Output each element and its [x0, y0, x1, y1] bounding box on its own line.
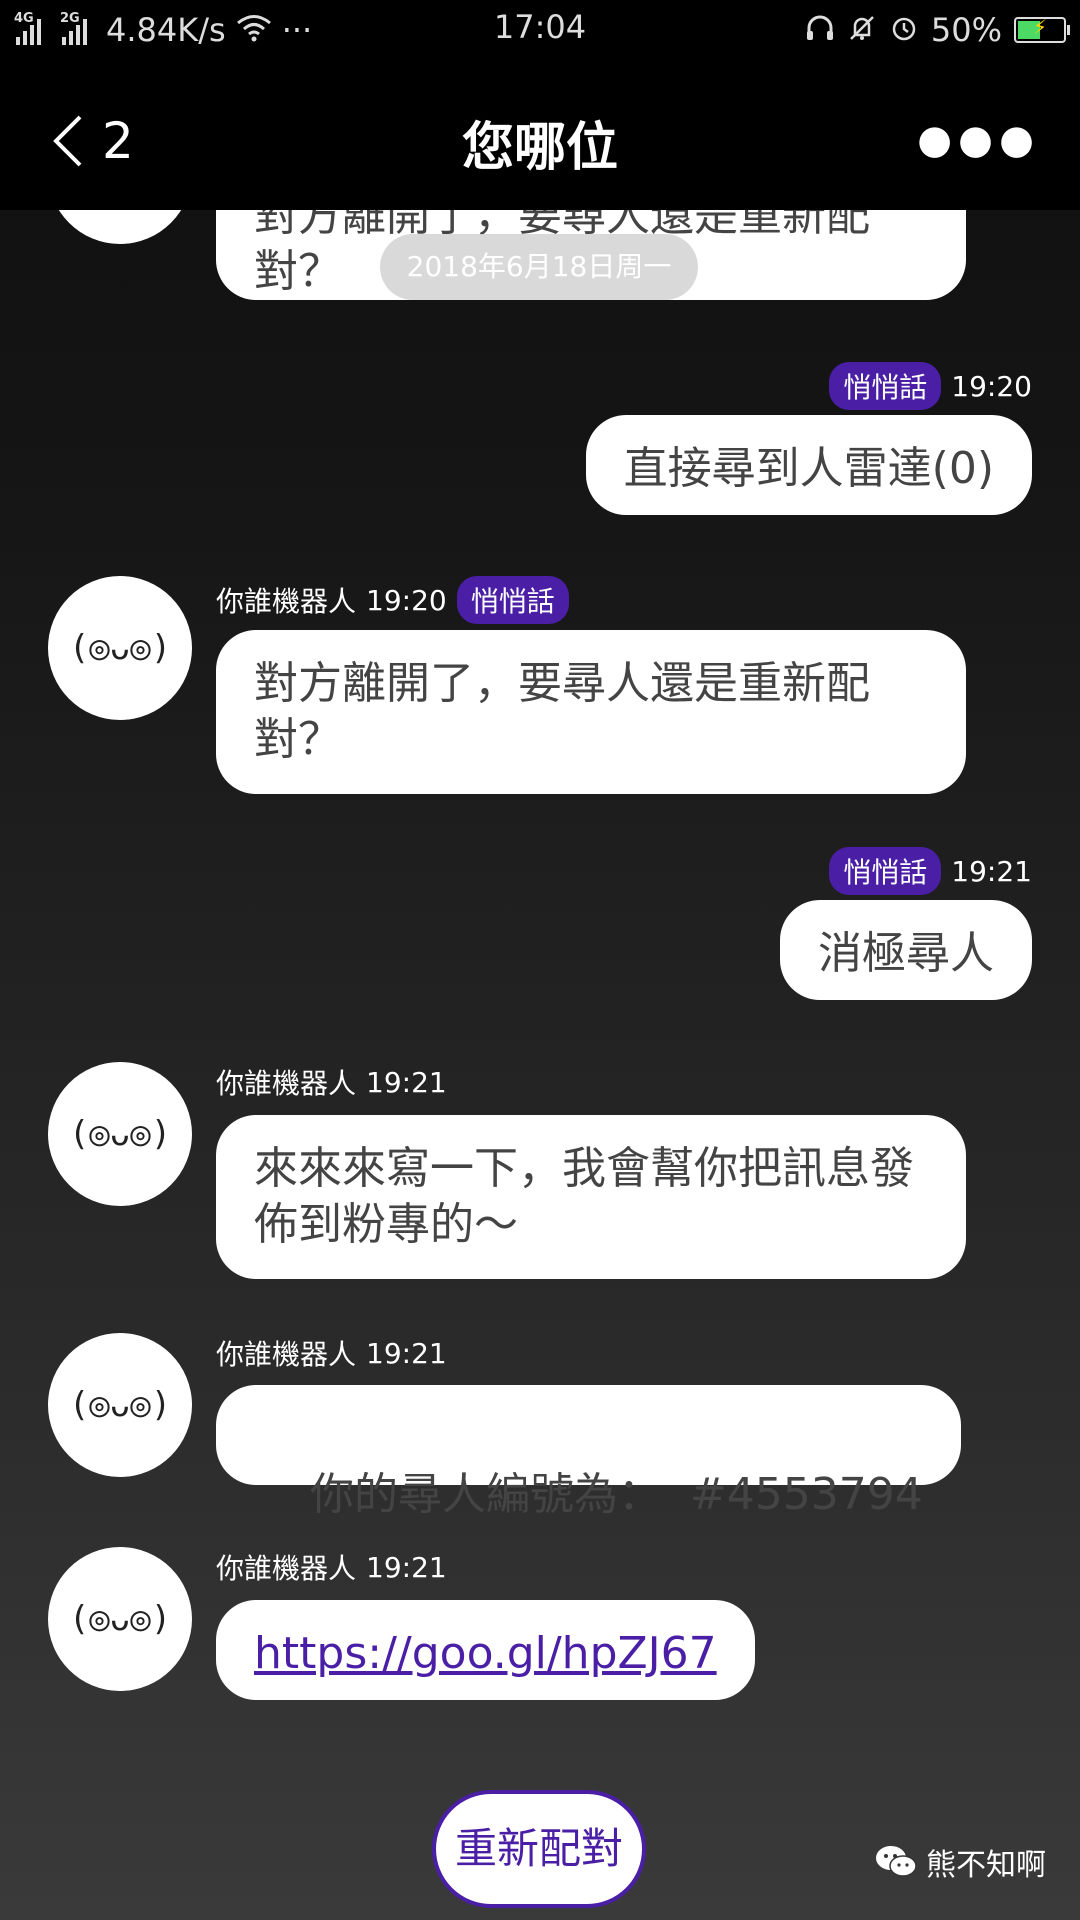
- message-bubble-outgoing: 直接尋到人雷達(0): [585, 415, 1032, 515]
- sender-name: 你誰機器人: [216, 1338, 357, 1371]
- message-meta: 你誰機器人 19:21: [216, 1333, 447, 1373]
- message-bubble-incoming: 來來來寫一下，我會幫你把訊息發佈到粉專的～: [216, 1115, 966, 1279]
- chat-area[interactable]: (◎ᴗ◎) 對方離開了，要尋人還是重新配對？ 2018年6月18日周一 悄悄話 …: [0, 210, 1080, 1920]
- message-meta: 你誰機器人 19:20 悄悄話: [216, 576, 569, 624]
- message-meta: 悄悄話 19:20: [829, 362, 1032, 410]
- sender-name: 你誰機器人: [216, 585, 357, 618]
- message-bubble-incoming: 你的尋人編號為： #4553794: [216, 1385, 961, 1520]
- message-time: 19:20: [951, 369, 1032, 403]
- nav-bar: 2 您哪位 ●●●: [0, 60, 1080, 210]
- alarm-icon: [889, 13, 919, 47]
- message-meta: 你誰機器人 19:21: [216, 1062, 447, 1102]
- bot-avatar[interactable]: (◎ᴗ◎): [48, 1547, 192, 1691]
- bell-muted-icon: [847, 13, 877, 47]
- message-bubble-incoming: https://goo.gl/hpZJ67: [216, 1600, 755, 1700]
- message-time: 19:20: [366, 583, 447, 617]
- headphones-icon: [805, 13, 835, 47]
- bot-avatar[interactable]: (◎ᴗ◎): [48, 576, 192, 720]
- message-time: 19:21: [951, 854, 1032, 888]
- wechat-icon: [876, 1846, 917, 1877]
- more-options-icon[interactable]: ●●●: [917, 120, 1040, 160]
- sender-name: 你誰機器人: [216, 1067, 357, 1100]
- bot-avatar[interactable]: (◎ᴗ◎): [48, 1333, 192, 1477]
- whisper-badge: 悄悄話: [829, 362, 942, 410]
- message-meta: 悄悄話 19:21: [829, 847, 1032, 895]
- watermark: 熊不知啊: [874, 1840, 1046, 1884]
- sender-name: 你誰機器人: [216, 1552, 357, 1585]
- battery-charging-icon: ⚡: [1014, 15, 1070, 43]
- message-bubble-incoming: 對方離開了，要尋人還是重新配對？: [216, 630, 966, 794]
- date-separator: 2018年6月18日周一: [380, 234, 698, 300]
- status-bar: 4G 2G 4.84K/s ··· 17:04 50% ⚡: [0, 0, 1080, 60]
- rematch-button[interactable]: 重新配對: [432, 1790, 646, 1908]
- message-link[interactable]: https://goo.gl/hpZJ67: [254, 1628, 717, 1679]
- message-time: 19:21: [366, 1550, 447, 1584]
- whisper-badge: 悄悄話: [829, 847, 942, 895]
- message-meta: 你誰機器人 19:21: [216, 1547, 447, 1587]
- message-time: 19:21: [366, 1065, 447, 1099]
- bot-avatar[interactable]: (◎ᴗ◎): [48, 210, 192, 244]
- battery-percent: 50%: [930, 11, 1002, 49]
- whisper-badge: 悄悄話: [456, 576, 569, 624]
- bot-avatar[interactable]: (◎ᴗ◎): [48, 1062, 192, 1206]
- message-bubble-outgoing: 消極尋人: [780, 900, 1032, 1000]
- message-time: 19:21: [366, 1336, 447, 1370]
